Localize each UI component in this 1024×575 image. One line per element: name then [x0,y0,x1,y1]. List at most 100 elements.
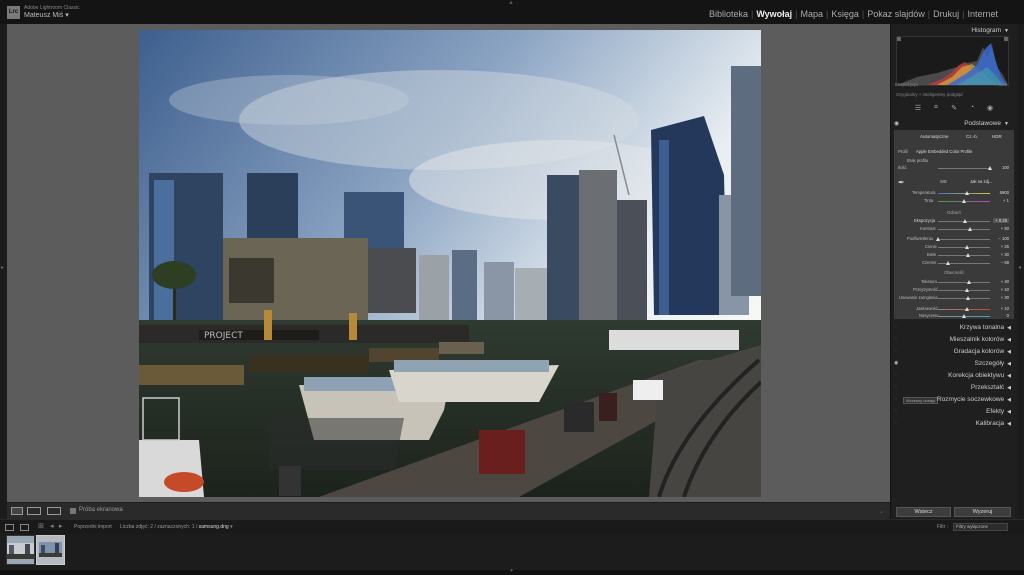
visibility-eye-icon[interactable]: ◌ [894,408,897,414]
soft-proofing-checkbox[interactable] [70,508,76,514]
exposure-value[interactable]: + 0,25 [993,218,1009,223]
contrast-slider[interactable] [938,227,990,231]
loupe-view-icon[interactable] [11,507,23,515]
file-name[interactable]: samsung.dng [199,524,229,530]
wb-select[interactable]: Jak na zdj... [970,179,992,184]
whites-slider-handle[interactable] [966,253,971,257]
temp-slider[interactable] [938,191,990,195]
tint-value[interactable]: + 1 [1003,198,1009,203]
bw-button[interactable]: Cz.-b. [966,134,978,139]
dehaze-slider-handle[interactable] [966,296,971,300]
shadows-slider[interactable] [938,245,990,249]
visibility-eye-icon[interactable]: ◉ [894,360,898,366]
saturation-value[interactable]: 0 [1007,313,1009,318]
amount-value[interactable]: 100 [1002,165,1009,170]
highlights-slider-handle[interactable] [936,237,940,241]
histogram[interactable] [896,36,1009,86]
clarity-slider[interactable] [938,288,990,292]
right-panel-toggle[interactable]: ◂ [1017,24,1024,519]
user-menu[interactable]: Mateusz Miś ▾ [24,11,69,19]
collapse-top-icon[interactable]: ▲ [508,0,514,6]
visibility-eye-icon[interactable]: ◉ [894,120,899,127]
compare-view-icon[interactable] [27,507,41,515]
module-book[interactable]: Księga [831,9,859,19]
image-viewer[interactable]: PROJECT [7,24,890,502]
vibrance-slider-handle[interactable] [964,307,969,311]
texture-slider-handle[interactable] [967,280,972,284]
section-tone-curve[interactable]: Krzywa tonalna ◀ [960,324,1011,331]
grid-view-icon[interactable]: ⊞ [38,522,47,530]
section-effects[interactable]: Efekty ◀ [986,408,1011,415]
source-label[interactable]: Poprzedni import [74,524,112,530]
visibility-eye-icon[interactable]: ◌ [894,384,897,390]
blacks-slider-handle[interactable] [946,261,951,265]
saturation-slider[interactable] [938,314,990,318]
dehaze-value[interactable]: + 30 [1001,295,1009,300]
primary-window-icon[interactable] [5,524,14,531]
section-detail[interactable]: Szczegóły ◀ [975,360,1011,367]
texture-slider[interactable] [938,280,990,284]
contrast-slider-handle[interactable] [968,227,973,231]
filmstrip-thumbnail[interactable] [6,535,35,565]
edit-sliders-icon[interactable]: ☰ [914,104,922,116]
eyedropper-icon[interactable]: ✒ [898,178,905,187]
healing-brush-icon[interactable]: ✎ [950,104,958,116]
filmstrip-thumbnail-selected[interactable] [36,535,65,565]
whites-value[interactable]: + 30 [1001,252,1009,257]
auto-button[interactable]: Automatyczne [920,134,949,139]
highlights-slider[interactable] [936,237,990,241]
previous-button[interactable]: Wstecz [896,507,951,517]
shadows-value[interactable]: + 25 [1001,244,1009,249]
tint-slider[interactable] [938,199,990,203]
contrast-value[interactable]: + 50 [1001,226,1009,231]
section-transform[interactable]: Przekształć ◀ [971,384,1011,391]
section-calibration[interactable]: Kalibracja ◀ [976,420,1011,427]
exposure-slider[interactable] [938,219,990,223]
exposure-slider-handle[interactable] [963,219,968,223]
blacks-value[interactable]: − 59 [1001,260,1009,265]
amount-slider-handle[interactable] [988,166,992,170]
module-web[interactable]: Internet [967,9,998,19]
visibility-eye-icon[interactable]: ◌ [894,396,897,402]
clarity-value[interactable]: + 10 [1001,287,1009,292]
section-color-mixer[interactable]: Mieszalnik kolorów ◀ [950,336,1011,343]
dehaze-slider[interactable] [938,296,990,300]
saturation-slider-handle[interactable] [962,314,966,318]
module-print[interactable]: Drukuj [933,9,959,19]
module-slideshow[interactable]: Pokaz slajdów [867,9,925,19]
visibility-eye-icon[interactable]: ◌ [894,420,897,426]
vibrance-value[interactable]: + 10 [1001,306,1009,311]
whites-slider[interactable] [938,253,990,257]
section-lens-blur[interactable]: Rozmycie soczewkowe ◀ [937,396,1011,403]
shadows-slider-handle[interactable] [965,245,970,249]
filter-select[interactable]: Filtry wyłączone [953,523,1008,531]
reset-button[interactable]: Wyzeruj [954,507,1011,517]
red-eye-icon[interactable]: ◉ [986,104,994,116]
visibility-eye-icon[interactable]: ◌ [894,324,897,330]
texture-value[interactable]: + 40 [1001,279,1009,284]
tint-slider-handle[interactable] [962,199,966,203]
section-lens-corrections[interactable]: Korekcja obiektywu ◀ [948,372,1011,379]
section-color-grading[interactable]: Gradacja kolorów ◀ [954,348,1011,355]
clarity-slider-handle[interactable] [964,288,969,292]
visibility-eye-icon[interactable]: ◌ [894,348,897,354]
highlights-value[interactable]: − 100 [998,236,1009,241]
module-map[interactable]: Mapa [801,9,824,19]
amount-slider[interactable] [938,166,992,170]
visibility-eye-icon[interactable]: ◌ [894,336,897,342]
temp-value[interactable]: 5900 [1000,190,1009,195]
hdr-button[interactable]: HDR [992,134,1002,139]
collapse-filmstrip-icon[interactable]: ▼ [509,568,514,574]
crop-icon[interactable]: ⌗ [932,104,940,116]
photo-dubai-marina[interactable]: PROJECT [139,30,761,497]
before-after-icon[interactable] [47,507,61,515]
back-arrow-icon[interactable]: ◂ [50,522,59,530]
module-library[interactable]: Biblioteka [709,9,748,19]
visibility-eye-icon[interactable]: ◌ [894,372,897,378]
temp-slider-handle[interactable] [964,191,969,195]
forward-arrow-icon[interactable]: ▸ [59,522,68,530]
module-develop[interactable]: Wywołaj [756,9,792,19]
vibrance-slider[interactable] [938,307,990,311]
histogram-header[interactable]: Histogram ▼ [971,27,1009,34]
toolbar-options-icon[interactable]: ⌄ [879,508,884,515]
